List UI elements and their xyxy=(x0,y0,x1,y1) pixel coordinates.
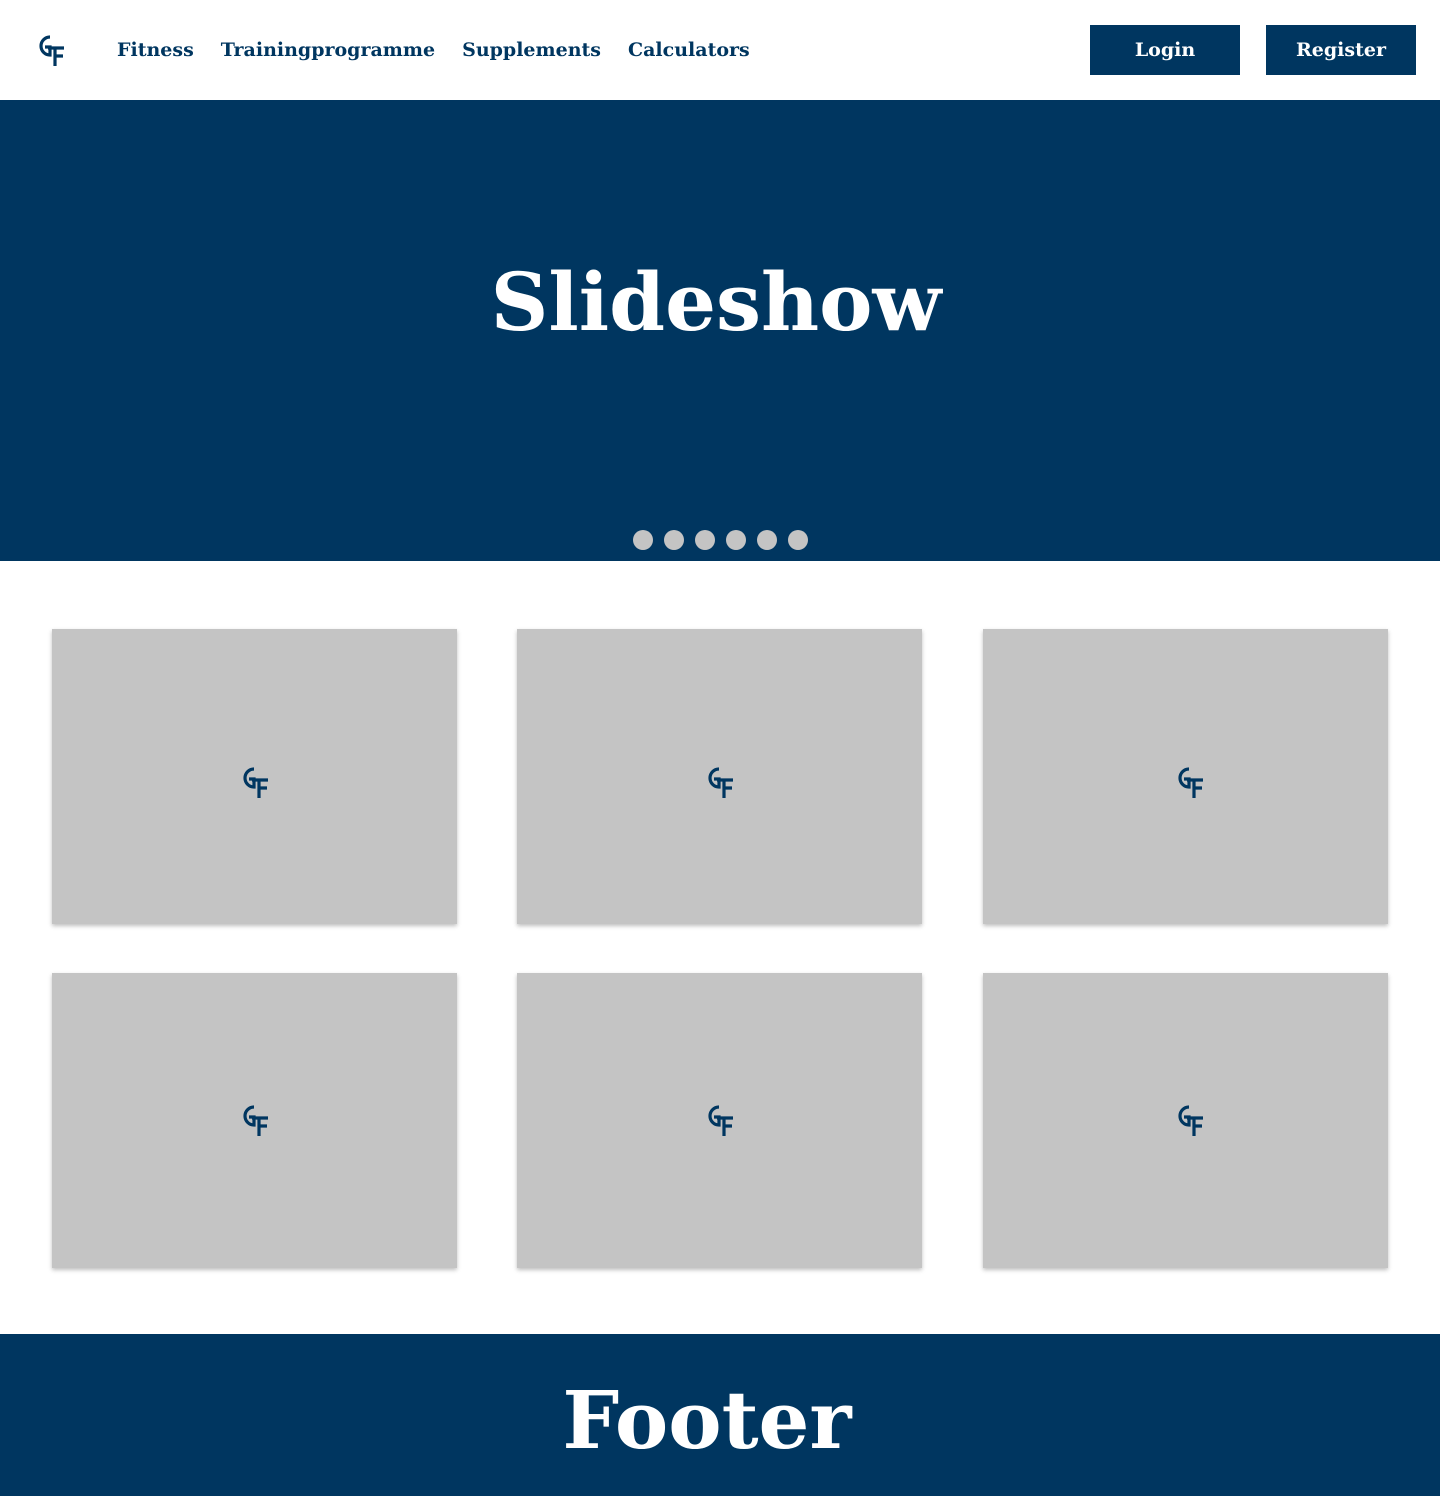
content-card[interactable] xyxy=(517,973,922,1268)
content-card[interactable] xyxy=(983,629,1388,924)
nav-link-supplements[interactable]: Supplements xyxy=(462,39,601,61)
content-card[interactable] xyxy=(52,973,457,1268)
slide-dot[interactable] xyxy=(695,530,715,550)
gf-logo-icon[interactable] xyxy=(36,33,66,67)
site-header: Fitness Trainingprogramme Supplements Ca… xyxy=(0,0,1440,100)
site-footer: Footer xyxy=(0,1334,1440,1496)
footer-title: Footer xyxy=(562,1373,852,1467)
content-card[interactable] xyxy=(52,629,457,924)
slide-dot[interactable] xyxy=(726,530,746,550)
slide-dot[interactable] xyxy=(788,530,808,550)
gf-logo-icon xyxy=(243,1105,268,1136)
gf-logo-icon xyxy=(1178,767,1203,798)
gf-logo-icon xyxy=(243,767,268,798)
nav-link-calculators[interactable]: Calculators xyxy=(628,39,750,61)
nav-link-fitness[interactable]: Fitness xyxy=(117,39,194,61)
gf-logo-icon xyxy=(708,1105,733,1136)
slideshow-title: Slideshow xyxy=(490,255,942,349)
content-card[interactable] xyxy=(517,629,922,924)
login-button[interactable]: Login xyxy=(1090,25,1240,75)
slide-dot[interactable] xyxy=(757,530,777,550)
register-button[interactable]: Register xyxy=(1266,25,1416,75)
gf-logo-icon xyxy=(1178,1105,1203,1136)
gf-logo-icon xyxy=(708,767,733,798)
content-card[interactable] xyxy=(983,973,1388,1268)
slide-dot[interactable] xyxy=(664,530,684,550)
main-nav: Fitness Trainingprogramme Supplements Ca… xyxy=(117,36,777,64)
slideshow-indicators xyxy=(633,530,819,550)
slide-dot[interactable] xyxy=(633,530,653,550)
hero-slideshow: Slideshow xyxy=(0,100,1440,561)
nav-link-trainingprogramme[interactable]: Trainingprogramme xyxy=(221,39,435,61)
